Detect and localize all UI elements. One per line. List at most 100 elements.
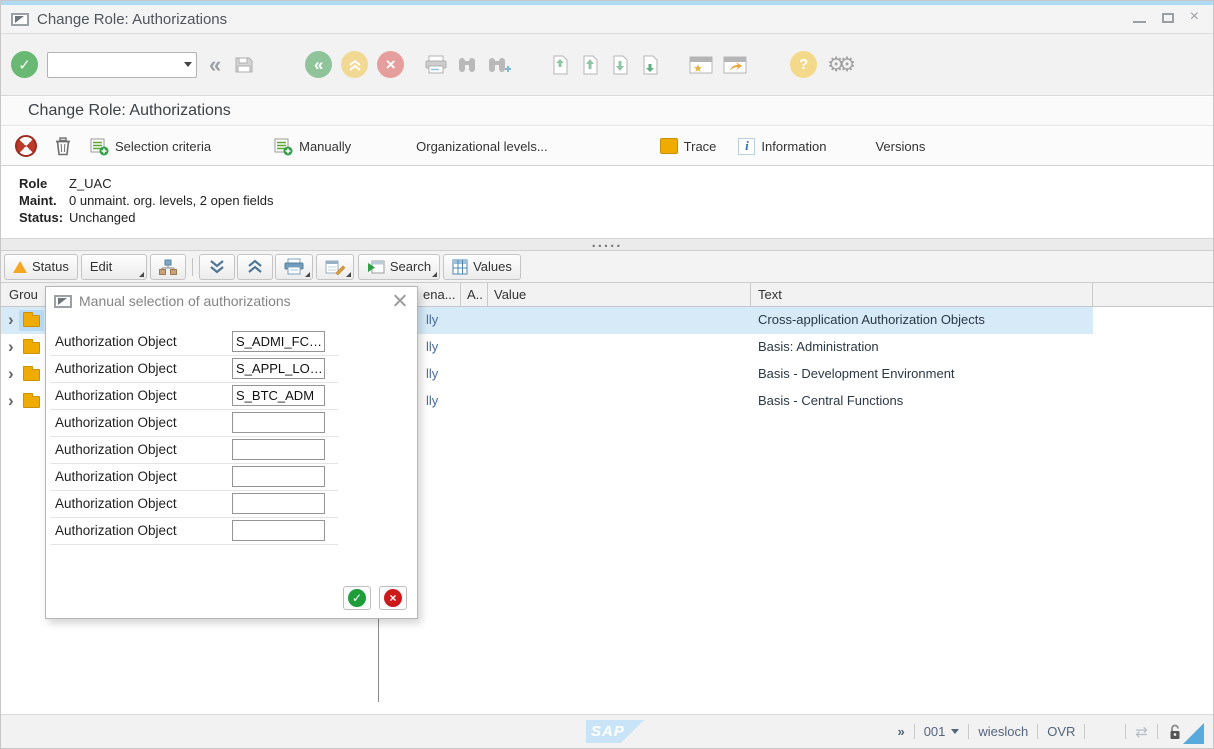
- auth-object-input-6[interactable]: [232, 466, 325, 487]
- command-dropdown-icon[interactable]: [184, 62, 192, 67]
- window-controls: ×: [1133, 10, 1199, 24]
- row-maintenance: lly: [426, 393, 438, 408]
- trace-button[interactable]: Trace: [660, 138, 717, 154]
- values-button[interactable]: Values: [443, 254, 521, 280]
- find-group: [424, 54, 512, 76]
- column-header-filler: [1093, 283, 1214, 307]
- column-header-a[interactable]: A..: [461, 283, 488, 307]
- folder-icon[interactable]: [23, 396, 40, 408]
- status-button[interactable]: Status: [4, 254, 78, 280]
- expander-icon[interactable]: ›: [8, 310, 14, 330]
- find-icon[interactable]: [456, 55, 478, 75]
- page-down-icon[interactable]: [610, 54, 630, 76]
- row-maintenance: lly: [426, 366, 438, 381]
- horizontal-splitter[interactable]: .....: [1, 238, 1213, 251]
- last-page-icon[interactable]: [640, 54, 660, 76]
- find-next-icon[interactable]: [486, 55, 512, 75]
- auth-object-input-7[interactable]: [232, 493, 325, 514]
- information-icon: i: [738, 138, 755, 155]
- unlocked-icon[interactable]: [1167, 723, 1183, 740]
- close-button[interactable]: ×: [1190, 10, 1199, 24]
- sync-icon: ⇄: [1135, 723, 1148, 741]
- trace-icon: [660, 138, 678, 154]
- auth-object-input-3[interactable]: [232, 385, 325, 406]
- list-add-icon: [273, 136, 293, 156]
- information-label: Information: [761, 139, 826, 154]
- sap-logo: SAP: [586, 720, 644, 743]
- folder-icon[interactable]: [23, 369, 40, 381]
- expander-icon[interactable]: ›: [8, 391, 14, 411]
- change-auth-button[interactable]: [316, 254, 354, 280]
- page-up-icon[interactable]: [580, 54, 600, 76]
- dialog-close-icon[interactable]: [393, 293, 407, 307]
- check-icon: ✓: [18, 56, 31, 74]
- print-icon[interactable]: [424, 54, 448, 76]
- status-separator: [1157, 724, 1158, 739]
- customize-layout-icon[interactable]: ⚙⚙: [827, 52, 849, 77]
- auth-object-label: Authorization Object: [55, 496, 177, 511]
- row-text: Basis - Central Functions: [758, 393, 903, 408]
- status-value: Unchanged: [69, 209, 136, 226]
- edit-button[interactable]: Edit: [81, 254, 147, 280]
- screen-icon: [54, 295, 72, 308]
- new-session-icon[interactable]: ★: [688, 55, 714, 75]
- collapse-all-button[interactable]: [237, 254, 273, 280]
- collapse-toolbar-icon[interactable]: «: [209, 55, 221, 75]
- manually-button[interactable]: Manually: [273, 136, 351, 156]
- hierarchy-icon: [159, 259, 177, 275]
- auth-overview-icon[interactable]: [15, 135, 37, 157]
- search-button[interactable]: Search: [358, 254, 440, 280]
- role-info-panel: Role Z_UAC Maint. 0 unmaint. org. levels…: [1, 167, 1213, 238]
- auth-object-label: Authorization Object: [55, 469, 177, 484]
- auth-object-row-3: Authorization Object: [50, 383, 338, 410]
- client-dropdown-icon[interactable]: [951, 729, 959, 734]
- insert-mode-value[interactable]: OVR: [1047, 724, 1075, 739]
- role-value: Z_UAC: [69, 175, 112, 192]
- expander-icon[interactable]: ›: [8, 337, 14, 357]
- status-bar-right: » 001 wiesloch OVR ⇄: [897, 715, 1183, 748]
- back-button[interactable]: «: [305, 51, 332, 78]
- status-button-label: Status: [32, 259, 69, 274]
- org-levels-button[interactable]: Organizational levels...: [416, 139, 548, 154]
- values-button-label: Values: [473, 259, 512, 274]
- auth-object-input-1[interactable]: [232, 331, 325, 352]
- selection-criteria-button[interactable]: Selection criteria: [89, 136, 211, 156]
- dialog-confirm-button[interactable]: ✓: [343, 586, 371, 610]
- enter-button[interactable]: ✓: [11, 51, 38, 78]
- column-header-value[interactable]: Value: [488, 283, 751, 307]
- folder-icon[interactable]: [23, 315, 40, 327]
- help-button[interactable]: ?: [790, 51, 817, 78]
- resize-grip[interactable]: [1183, 723, 1204, 744]
- screen-title-bar: Change Role: Authorizations: [1, 97, 1213, 126]
- create-shortcut-icon[interactable]: [722, 55, 748, 75]
- cancel-x-icon: ×: [386, 55, 396, 75]
- page-nav-group: [550, 54, 660, 76]
- exit-button[interactable]: [341, 51, 368, 78]
- first-page-icon[interactable]: [550, 54, 570, 76]
- command-field-input[interactable]: [47, 52, 197, 78]
- folder-icon[interactable]: [23, 342, 40, 354]
- information-button[interactable]: i Information: [738, 138, 826, 155]
- delete-icon[interactable]: [53, 135, 73, 157]
- auth-object-input-8[interactable]: [232, 520, 325, 541]
- maximize-button[interactable]: [1162, 13, 1174, 23]
- splitter-grip-dots: .....: [592, 234, 623, 251]
- expand-all-button[interactable]: [199, 254, 235, 280]
- manually-label: Manually: [299, 139, 351, 154]
- status-overflow-icon[interactable]: »: [897, 724, 904, 739]
- auth-object-input-2[interactable]: [232, 358, 325, 379]
- versions-button[interactable]: Versions: [875, 139, 925, 154]
- auth-object-input-5[interactable]: [232, 439, 325, 460]
- dialog-cancel-button[interactable]: ×: [379, 586, 407, 610]
- dialog-titlebar[interactable]: Manual selection of authorizations: [46, 287, 417, 315]
- print-tree-button[interactable]: [275, 254, 313, 280]
- hierarchy-button[interactable]: [150, 254, 186, 280]
- column-header-text[interactable]: Text: [751, 283, 1093, 307]
- auth-object-input-4[interactable]: [232, 412, 325, 433]
- edit-button-label: Edit: [90, 259, 112, 274]
- application-toolbar: Selection criteria Manually Organization…: [1, 127, 1213, 166]
- cancel-button[interactable]: ×: [377, 51, 404, 78]
- save-icon[interactable]: [233, 54, 255, 76]
- expander-icon[interactable]: ›: [8, 364, 14, 384]
- minimize-button[interactable]: [1133, 21, 1146, 23]
